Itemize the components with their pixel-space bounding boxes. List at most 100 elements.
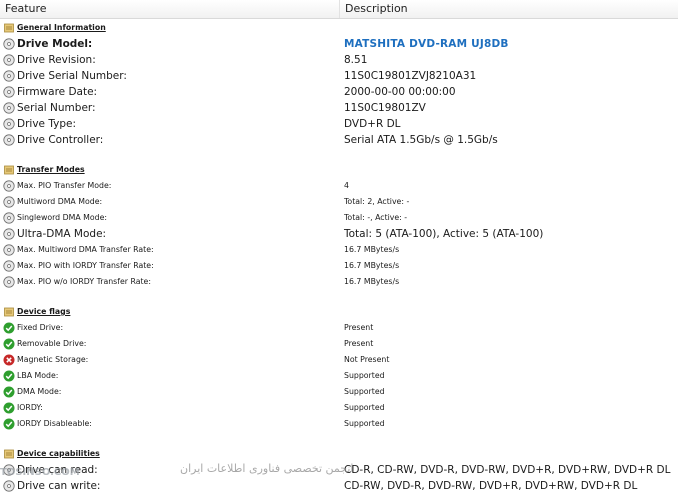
- optical-drive-icon: [3, 102, 15, 114]
- check-icon: [3, 338, 15, 350]
- optical-drive-icon: [3, 180, 15, 192]
- feature-value: Serial ATA 1.5Gb/s @ 1.5Gb/s: [344, 134, 498, 146]
- feature-label: Ultra-DMA Mode:: [17, 228, 107, 240]
- feature-label: Singleword DMA Mode:: [17, 213, 108, 222]
- feature-label: Max. PIO Transfer Mode:: [17, 181, 112, 190]
- feature-value: Supported: [344, 419, 385, 428]
- table-row[interactable]: Firmware Date: 2000-00-00 00:00:00: [0, 84, 678, 100]
- watermark-site: TOSINSO.COM: [0, 467, 80, 478]
- feature-label: Drive Revision:: [17, 54, 96, 66]
- optical-drive-icon: [3, 260, 15, 272]
- section-title: Transfer Modes: [17, 165, 85, 174]
- feature-label: Max. Multiword DMA Transfer Rate:: [17, 245, 154, 254]
- section-title: Device capabilities: [17, 449, 100, 458]
- feature-value: Total: 2, Active: -: [344, 197, 410, 206]
- optical-drive-icon: [3, 134, 15, 146]
- feature-label: DMA Mode:: [17, 387, 62, 396]
- optical-drive-icon: [3, 118, 15, 130]
- error-x-icon: [3, 354, 15, 366]
- feature-value: Not Present: [344, 355, 390, 364]
- feature-label: Magnetic Storage:: [17, 355, 89, 364]
- section-folder-icon: [4, 23, 14, 33]
- table-row[interactable]: Multiword DMA Mode: Total: 2, Active: -: [0, 194, 678, 210]
- optical-drive-icon: [3, 54, 15, 66]
- section-title: General Information: [17, 23, 106, 32]
- table-row[interactable]: Drive Model: MATSHITA DVD-RAM UJ8DB: [0, 36, 678, 52]
- check-icon: [3, 370, 15, 382]
- table-row[interactable]: DMA Mode: Supported: [0, 384, 678, 400]
- section-device-flags[interactable]: Device flags: [0, 304, 678, 320]
- section-device-capabilities[interactable]: Device capabilities: [0, 446, 678, 462]
- table-row[interactable]: Singleword DMA Mode: Total: -, Active: -: [0, 210, 678, 226]
- feature-value: 11S0C19801ZVJ8210A31: [344, 70, 477, 82]
- table-row[interactable]: Ultra-DMA Mode: Total: 5 (ATA-100), Acti…: [0, 226, 678, 242]
- table-row[interactable]: Drive Revision: 8.51: [0, 52, 678, 68]
- section-general-information[interactable]: General Information: [0, 20, 678, 36]
- feature-value: 4: [344, 181, 349, 190]
- feature-label: Fixed Drive:: [17, 323, 64, 332]
- optical-drive-icon: [3, 228, 15, 240]
- feature-label: Drive can write:: [17, 480, 101, 492]
- table-row[interactable]: Drive Controller: Serial ATA 1.5Gb/s @ 1…: [0, 132, 678, 148]
- feature-label: Removable Drive:: [17, 339, 87, 348]
- feature-label: Drive Model:: [17, 38, 93, 50]
- feature-value: DVD+R DL: [344, 118, 401, 130]
- table-row[interactable]: IORDY Disableable: Supported: [0, 416, 678, 432]
- feature-value: 11S0C19801ZV: [344, 102, 426, 114]
- table-row[interactable]: LBA Mode: Supported: [0, 368, 678, 384]
- section-folder-icon: [4, 449, 14, 459]
- optical-drive-icon: [3, 86, 15, 98]
- feature-label: IORDY:: [17, 403, 43, 412]
- optical-drive-icon: [3, 244, 15, 256]
- feature-label: Drive Type:: [17, 118, 76, 130]
- table-row[interactable]: Serial Number: 11S0C19801ZV: [0, 100, 678, 116]
- feature-value: MATSHITA DVD-RAM UJ8DB: [344, 38, 509, 50]
- watermark-text: انجمن تخصصی فناوری اطلاعات ایران: [180, 462, 354, 475]
- feature-value: CD-R, CD-RW, DVD-R, DVD-RW, DVD+R, DVD+R…: [344, 464, 671, 476]
- feature-label: Max. PIO with IORDY Transfer Rate:: [17, 261, 154, 270]
- table-row[interactable]: Drive Serial Number: 11S0C19801ZVJ8210A3…: [0, 68, 678, 84]
- optical-drive-icon: [3, 480, 15, 492]
- optical-drive-icon: [3, 38, 15, 50]
- feature-value: 2000-00-00 00:00:00: [344, 86, 456, 98]
- description-column-header[interactable]: Description: [340, 0, 678, 18]
- table-row[interactable]: IORDY: Supported: [0, 400, 678, 416]
- feature-value: 16.7 MBytes/s: [344, 245, 400, 254]
- feature-column-header[interactable]: Feature: [0, 0, 340, 18]
- feature-label: Multiword DMA Mode:: [17, 197, 103, 206]
- table-row[interactable]: Max. PIO with IORDY Transfer Rate: 16.7 …: [0, 258, 678, 274]
- table-row[interactable]: Drive can write: CD-RW, DVD-R, DVD-RW, D…: [0, 478, 678, 494]
- table-row[interactable]: Max. PIO Transfer Mode: 4: [0, 178, 678, 194]
- table-row[interactable]: Removable Drive: Present: [0, 336, 678, 352]
- feature-label: Serial Number:: [17, 102, 96, 114]
- feature-value: Supported: [344, 387, 385, 396]
- section-title: Device flags: [17, 307, 71, 316]
- table-row[interactable]: Drive Type: DVD+R DL: [0, 116, 678, 132]
- feature-label: Firmware Date:: [17, 86, 98, 98]
- section-folder-icon: [4, 307, 14, 317]
- feature-value: Present: [344, 339, 374, 348]
- feature-value: Supported: [344, 371, 385, 380]
- optical-drive-icon: [3, 212, 15, 224]
- check-icon: [3, 386, 15, 398]
- feature-label: LBA Mode:: [17, 371, 59, 380]
- feature-label: IORDY Disableable:: [17, 419, 92, 428]
- table-row[interactable]: Fixed Drive: Present: [0, 320, 678, 336]
- feature-value: Supported: [344, 403, 385, 412]
- table-row[interactable]: Magnetic Storage: Not Present: [0, 352, 678, 368]
- optical-drive-icon: [3, 70, 15, 82]
- section-transfer-modes[interactable]: Transfer Modes: [0, 162, 678, 178]
- check-icon: [3, 322, 15, 334]
- optical-drive-icon: [3, 276, 15, 288]
- feature-value: CD-RW, DVD-R, DVD-RW, DVD+R, DVD+RW, DVD…: [344, 480, 638, 492]
- feature-value: 8.51: [344, 54, 368, 66]
- feature-value: 16.7 MBytes/s: [344, 261, 400, 270]
- feature-value: Total: -, Active: -: [344, 213, 408, 222]
- optical-drive-icon: [3, 196, 15, 208]
- check-icon: [3, 402, 15, 414]
- column-header: Feature Description: [0, 0, 678, 19]
- table-row[interactable]: Max. PIO w/o IORDY Transfer Rate: 16.7 M…: [0, 274, 678, 290]
- feature-label: Drive Serial Number:: [17, 70, 127, 82]
- table-row[interactable]: Max. Multiword DMA Transfer Rate: 16.7 M…: [0, 242, 678, 258]
- feature-label: Drive Controller:: [17, 134, 104, 146]
